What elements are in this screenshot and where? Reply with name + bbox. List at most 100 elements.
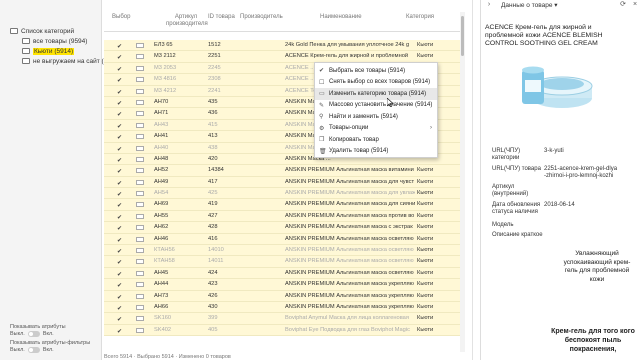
table-row[interactable]: ✔ ЕЛ3 65 1512 24k Gold Пенка для умывания у…: [104, 40, 462, 52]
scrollbar-thumb[interactable]: [461, 16, 464, 56]
cell-article: М3 4212: [154, 87, 177, 94]
row-checkbox[interactable]: ✔: [117, 111, 122, 118]
cell-category: Кьюти: [417, 303, 434, 310]
context-menu-item[interactable]: 🗑 Удалить товар (5914): [315, 146, 437, 158]
row-checkbox[interactable]: ✔: [117, 191, 122, 198]
row-checkbox[interactable]: ✔: [117, 123, 122, 130]
table-row[interactable]: ✔ АН69 419 ANSKIN PREMIUM Альгинатная маска…: [104, 199, 462, 211]
row-checkbox[interactable]: ✔: [117, 168, 122, 175]
row-checkbox[interactable]: ✔: [117, 66, 122, 73]
context-menu-item[interactable]: ✔ Выбрать все товары (5914): [315, 65, 437, 77]
property-value[interactable]: 2018-06-14: [544, 202, 618, 209]
row-checkbox[interactable]: ✔: [117, 305, 122, 312]
table-row[interactable]: ✔ АН54 425 ANSKIN PREMIUM Альгинатная маска…: [104, 188, 462, 200]
details-scrollbar[interactable]: [632, 12, 637, 312]
row-checkbox[interactable]: ✔: [117, 316, 122, 323]
header-id[interactable]: ID товара: [208, 14, 235, 21]
row-checkbox[interactable]: ✔: [117, 54, 122, 61]
cell-name: 24k Gold Пенка для умывания уплотчное 24…: [285, 42, 410, 48]
collapse-icon[interactable]: ›: [485, 1, 493, 9]
cell-name: ANSKIN PREMIUM Альгинатная маска укрепля…: [285, 292, 414, 299]
toggle-off-label: Выкл.: [10, 331, 25, 337]
row-checkbox[interactable]: ✔: [117, 214, 122, 221]
row-image-icon: [136, 168, 144, 174]
context-menu-item[interactable]: ▭ Изменить категорию товара (5914): [315, 88, 437, 100]
context-menu-item[interactable]: ⚲ Найти и заменить (5914): [315, 111, 437, 123]
table-row[interactable]: ✔ АН52 14384 ANSKIN PREMIUM Альгинатная мас…: [104, 165, 462, 177]
table-row[interactable]: ✔ КТАН56 14010 ANSKIN PREMIUM Альгинатная м…: [104, 245, 462, 257]
row-checkbox[interactable]: ✔: [117, 259, 122, 266]
row-image-icon: [136, 316, 144, 322]
row-checkbox[interactable]: ✔: [117, 202, 122, 209]
row-checkbox[interactable]: ✔: [117, 271, 122, 278]
copy-icon: ❐: [319, 137, 325, 143]
context-menu-label: Изменить категорию товара (5914): [329, 90, 427, 97]
context-menu-item[interactable]: ✎ Массово установить значение (5914): [315, 100, 437, 112]
tree-item[interactable]: все товары (9594): [22, 36, 109, 46]
attribute-toggles: Показывать атрибуты Выкл. Вкл. Показывать а…: [10, 324, 90, 356]
row-checkbox[interactable]: ✔: [117, 328, 122, 335]
cell-article: ЕЛ3 65: [154, 42, 173, 48]
close-icon[interactable]: ×: [631, 1, 639, 9]
context-menu-item[interactable]: ☐ Снять выбор со всех товаров (5914): [315, 77, 437, 89]
cell-category: Кьюти: [417, 326, 434, 333]
cell-article: SK160: [154, 315, 172, 322]
tree-item[interactable]: не выгружаем на сайт (3): [22, 56, 109, 66]
header-category[interactable]: Категория: [406, 14, 434, 21]
cell-article: КТАН56: [154, 247, 175, 254]
row-checkbox[interactable]: ✔: [117, 225, 122, 232]
cell-article: АН45: [154, 269, 169, 276]
toggle-switch[interactable]: [27, 347, 40, 353]
table-row[interactable]: ✔ АН46 416 ANSKIN PREMIUM Альгинатная маска…: [104, 233, 462, 246]
cell-id: 426: [208, 292, 218, 299]
header-maker[interactable]: Производитель: [240, 14, 283, 21]
table-scrollbar[interactable]: [460, 12, 465, 352]
tree-item[interactable]: Список категорий: [10, 26, 109, 36]
cell-name: ANSKIN PREMIUM Альгинатная маска укрепля…: [285, 281, 414, 288]
table-row[interactable]: ✔ АН55 427 ANSKIN PREMIUM Альгинатная маска…: [104, 210, 462, 223]
table-row[interactable]: ✔ АН44 423 ANSKIN PREMIUM Альгинатная маска…: [104, 279, 462, 291]
product-title: ACENCE Крем-гель для жирной и проблемной…: [485, 24, 603, 48]
cell-id: 14384: [208, 167, 224, 174]
row-checkbox[interactable]: ✔: [117, 180, 122, 187]
product-details-panel: › Данные о товаре ▾ ⟳ × ACENCE Крем-гель…: [480, 0, 640, 360]
header-article[interactable]: Артикул производителя: [166, 14, 208, 28]
context-menu: ✔ Выбрать все товары (5914) ☐ Снять выбор с…: [314, 62, 438, 158]
row-checkbox[interactable]: ✔: [117, 237, 122, 244]
tree-item[interactable]: Кьюти (5914): [22, 46, 109, 56]
table-row[interactable]: ✔ АН49 417 ANSKIN PREMIUM Альгинатная маска…: [104, 176, 462, 189]
row-checkbox[interactable]: ✔: [117, 146, 122, 153]
row-checkbox[interactable]: ✔: [117, 100, 122, 107]
property-value[interactable]: 3-k-yuti: [544, 148, 618, 155]
table-row[interactable]: ✔ АН62 428 ANSKIN PREMIUM Альгинатная маска…: [104, 222, 462, 234]
row-checkbox[interactable]: ✔: [117, 134, 122, 141]
header-name[interactable]: Наименование: [320, 14, 362, 21]
toggle-switch-row: Выкл. Вкл.: [10, 331, 90, 337]
row-checkbox[interactable]: ✔: [117, 89, 122, 96]
toggle-switch-row: Выкл. Вкл.: [10, 347, 90, 353]
context-menu-item[interactable]: ⚙ Товары-опции ›: [315, 123, 437, 135]
table-row[interactable]: ✔ SK402 405 Boviphat Eye Подводка для глаз …: [104, 324, 462, 337]
row-checkbox[interactable]: ✔: [117, 248, 122, 255]
row-checkbox[interactable]: ✔: [117, 282, 122, 289]
refresh-icon[interactable]: ⟳: [619, 1, 627, 9]
table-row[interactable]: ✔ АН45 424 ANSKIN PREMIUM Альгинатная маска…: [104, 267, 462, 280]
cell-category: Кьюти: [417, 201, 434, 208]
table-row[interactable]: ✔ КТАН58 14011 ANSKIN PREMIUM Альгинатная м…: [104, 256, 462, 268]
cell-id: 420: [208, 155, 218, 162]
context-menu-label: Товары-опции: [329, 125, 369, 132]
row-checkbox[interactable]: ✔: [117, 43, 122, 50]
row-checkbox[interactable]: ✔: [117, 294, 122, 301]
context-menu-item[interactable]: ❐ Копировать товар: [315, 134, 437, 146]
folder-icon: [10, 28, 18, 34]
table-row[interactable]: ✔ SK160 399 Boviphat Anymul Маска для лица …: [104, 313, 462, 325]
header-select[interactable]: Выбор: [112, 14, 130, 21]
table-row[interactable]: ✔ АН66 430 ANSKIN PREMIUM Альгинатная маска…: [104, 301, 462, 314]
row-checkbox[interactable]: ✔: [117, 157, 122, 164]
cell-name: ANSKIN PREMIUM Альгинатная маска осветля…: [285, 258, 414, 265]
toggle-switch[interactable]: [27, 331, 40, 337]
row-checkbox[interactable]: ✔: [117, 77, 122, 84]
details-tab[interactable]: Данные о товаре ▾: [501, 1, 558, 9]
property-value[interactable]: 2251-acence-krem-gel-dlya-zhirnoi-i-pro-…: [544, 166, 618, 180]
table-row[interactable]: ✔ АН73 426 ANSKIN PREMIUM Альгинатная маска…: [104, 290, 462, 302]
